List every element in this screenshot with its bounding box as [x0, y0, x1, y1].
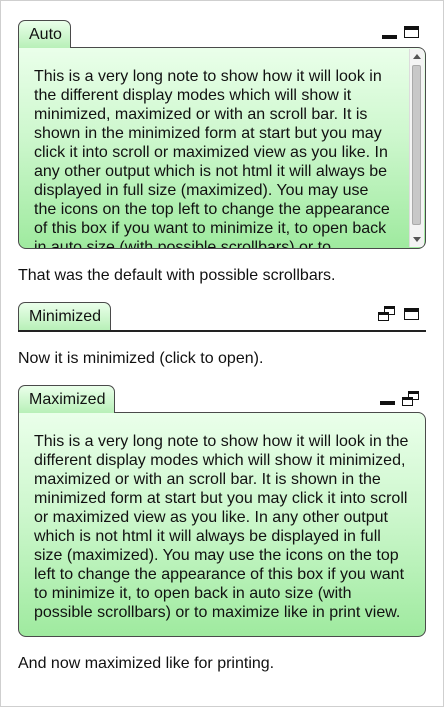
note-auto: Auto This is a very long note to show ho…	[18, 20, 426, 250]
note-body: This is a very long note to show how it …	[18, 412, 426, 637]
maximize-icon[interactable]	[404, 308, 419, 320]
maximize-icon[interactable]	[404, 26, 419, 38]
note-controls	[380, 389, 422, 409]
note-minimized: Minimized	[18, 302, 426, 334]
divider-line	[18, 330, 426, 332]
tab-maximized[interactable]: Maximized	[18, 385, 115, 413]
note-text: This is a very long note to show how it …	[34, 68, 390, 249]
tab-label: Auto	[29, 26, 62, 43]
tab-auto[interactable]: Auto	[18, 20, 71, 48]
caption-maximized: And now maximized like for printing.	[18, 655, 275, 672]
tab-label: Minimized	[29, 308, 102, 325]
scroll-thumb[interactable]	[412, 65, 421, 225]
note-controls	[382, 26, 422, 46]
note-controls	[378, 306, 422, 326]
note-text: This is a very long note to show how it …	[34, 433, 409, 621]
tab-label: Maximized	[29, 391, 106, 408]
minimize-icon[interactable]	[380, 401, 395, 405]
scroll-up-arrow-icon[interactable]	[413, 54, 421, 59]
scrollbar[interactable]	[409, 49, 424, 247]
minimize-icon[interactable]	[382, 35, 397, 39]
restore-icon[interactable]	[378, 306, 398, 322]
note-body: This is a very long note to show how it …	[18, 47, 426, 249]
caption-minimized: Now it is minimized (click to open).	[18, 350, 264, 367]
note-maximized: Maximized This is a very long note to sh…	[18, 385, 426, 637]
caption-auto: That was the default with possible scrol…	[18, 267, 336, 284]
scroll-down-arrow-icon[interactable]	[413, 237, 421, 242]
tab-minimized[interactable]: Minimized	[18, 302, 111, 330]
restore-icon[interactable]	[402, 391, 422, 407]
